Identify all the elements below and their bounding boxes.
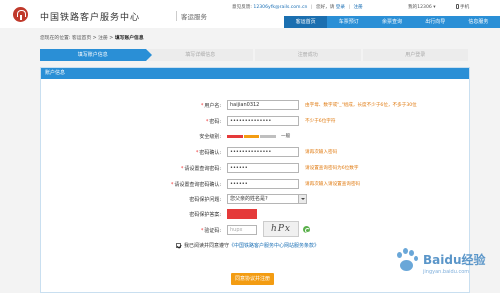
agree-text: 我已阅读并同意遵守 bbox=[184, 243, 230, 249]
feedback-email-link[interactable]: 12306yfk@rails.com.cn bbox=[253, 5, 307, 10]
step-account-info: 填写账户信息 bbox=[40, 49, 151, 61]
query-password-confirm-hint: 请再次输入请设置查询密码 bbox=[305, 182, 361, 187]
terms-link[interactable]: 《中国铁路客户服务中心网站服务条款》 bbox=[229, 243, 319, 249]
password-strength-bar bbox=[227, 135, 277, 138]
security-level-label: 安全级别: bbox=[199, 134, 221, 140]
username-row: *用户名: haijian0312 由字母、数字或"_"组成，长度不少于6位，不… bbox=[41, 100, 471, 112]
greeting-text: 您好，请 bbox=[315, 5, 335, 10]
password-hint: 不少于6位字符 bbox=[305, 119, 336, 124]
strength-segment-3 bbox=[260, 135, 277, 138]
breadcrumb: 您现在的位置: 客运首页 > 注册 > 填写账户信息 bbox=[40, 34, 144, 41]
feedback-label: 意见反馈: bbox=[232, 5, 252, 10]
query-password-input[interactable]: •••••• bbox=[227, 163, 299, 173]
security-answer-row: 密码保护答案: bbox=[41, 209, 471, 221]
phone-icon bbox=[456, 4, 459, 9]
my-account-link[interactable]: 我的12306 ▾ bbox=[408, 4, 436, 10]
security-level-value: 一般 bbox=[281, 134, 291, 139]
watermark-text: Baidu经验 bbox=[423, 253, 486, 267]
query-password-confirm-row: *请设置查询密码确认: •••••• 请再次输入请设置查询密码 bbox=[41, 179, 471, 191]
submit-register-button[interactable]: 同意协议并注册 bbox=[231, 273, 274, 285]
panel-title: 账户信息 bbox=[41, 68, 469, 79]
top-links: 意见反馈: 12306yfk@rails.com.cn | 您好，请 登录 | … bbox=[232, 5, 363, 10]
password-confirm-row: *密码确认: •••••••••••••• 请再次输入密码 bbox=[41, 147, 471, 159]
site-title: 中国铁路客户服务中心 bbox=[40, 13, 141, 23]
query-password-hint: 请设置查询密码为6位数字 bbox=[305, 166, 359, 171]
password-label: *密码: bbox=[205, 119, 221, 125]
baidu-watermark: Baidu经验 jingyan.baidu.com bbox=[395, 248, 495, 288]
refresh-icon[interactable] bbox=[303, 226, 310, 233]
password-input[interactable]: •••••••••••••• bbox=[227, 116, 299, 126]
site-header: 中国铁路客户服务中心 客运服务 意见反馈: 12306yfk@rails.com… bbox=[0, 0, 500, 28]
query-password-label: *请设置查询密码: bbox=[180, 166, 221, 172]
query-password-confirm-input[interactable]: •••••• bbox=[227, 179, 299, 189]
password-confirm-hint: 请再次输入密码 bbox=[305, 150, 338, 155]
registration-steps: 填写账户信息 填写详细信息 注册成功 用户登录 bbox=[40, 49, 470, 61]
agreement-row: 我已阅读并同意遵守《中国铁路客户服务中心网站服务条款》 bbox=[176, 242, 319, 249]
agree-checkbox[interactable] bbox=[176, 243, 181, 248]
password-confirm-input[interactable]: •••••••••••••• bbox=[227, 147, 299, 157]
captcha-row: *验证码: hupx hPx bbox=[41, 221, 471, 237]
breadcrumb-path[interactable]: 您现在的位置: 客运首页 > 注册 > bbox=[40, 36, 115, 41]
security-answer-input-redacted[interactable] bbox=[227, 209, 257, 219]
breadcrumb-current: 填写账户信息 bbox=[114, 36, 144, 41]
password-confirm-label: *密码确认: bbox=[195, 150, 221, 156]
step-detail-info: 填写详细信息 bbox=[147, 49, 253, 61]
security-question-label: 密码保护问题: bbox=[189, 197, 221, 203]
security-question-row: 密码保护问题: 您父亲的姓名是? bbox=[41, 194, 471, 206]
nav-booking[interactable]: 车票预订 bbox=[327, 16, 370, 28]
register-link[interactable]: 注册 bbox=[354, 5, 363, 10]
captcha-image[interactable]: hPx bbox=[263, 221, 299, 237]
security-question-select[interactable]: 您父亲的姓名是? bbox=[227, 194, 307, 204]
main-nav: 客运首页 车票预订 余票查询 出行向导 信息服务 bbox=[284, 16, 500, 28]
step-success: 注册成功 bbox=[255, 49, 361, 61]
captcha-input[interactable]: hupx bbox=[227, 225, 257, 235]
security-answer-label: 密码保护答案: bbox=[189, 212, 221, 218]
login-link[interactable]: 登录 bbox=[336, 5, 345, 10]
step-login: 用户登录 bbox=[362, 49, 468, 61]
nav-travel-guide[interactable]: 出行向导 bbox=[414, 16, 457, 28]
railway-logo-icon[interactable] bbox=[13, 7, 28, 22]
query-password-confirm-label: *请设置查询密码确认: bbox=[170, 182, 221, 188]
password-row: *密码: •••••••••••••• 不少于6位字符 bbox=[41, 116, 471, 128]
site-subtitle: 客运服务 bbox=[176, 11, 207, 21]
username-input[interactable]: haijian0312 bbox=[227, 100, 299, 110]
username-hint: 由字母、数字或"_"组成，长度不少于6位，不多于30位 bbox=[305, 103, 417, 108]
strength-segment-1 bbox=[227, 135, 243, 138]
watermark-url: jingyan.baidu.com bbox=[423, 269, 470, 275]
captcha-label: *验证码: bbox=[200, 228, 221, 234]
nav-ticket-query[interactable]: 余票查询 bbox=[370, 16, 413, 28]
query-password-row: *请设置查询密码: •••••• 请设置查询密码为6位数字 bbox=[41, 163, 471, 175]
strength-segment-2 bbox=[243, 135, 260, 138]
username-label: *用户名: bbox=[200, 103, 221, 109]
nav-home[interactable]: 客运首页 bbox=[284, 16, 328, 28]
security-level-row: 安全级别: 一般 bbox=[41, 131, 471, 143]
paw-icon bbox=[395, 248, 419, 278]
mobile-link[interactable]: 手机 bbox=[456, 4, 469, 10]
chevron-down-icon[interactable] bbox=[298, 195, 306, 203]
nav-info-service[interactable]: 信息服务 bbox=[457, 16, 500, 28]
